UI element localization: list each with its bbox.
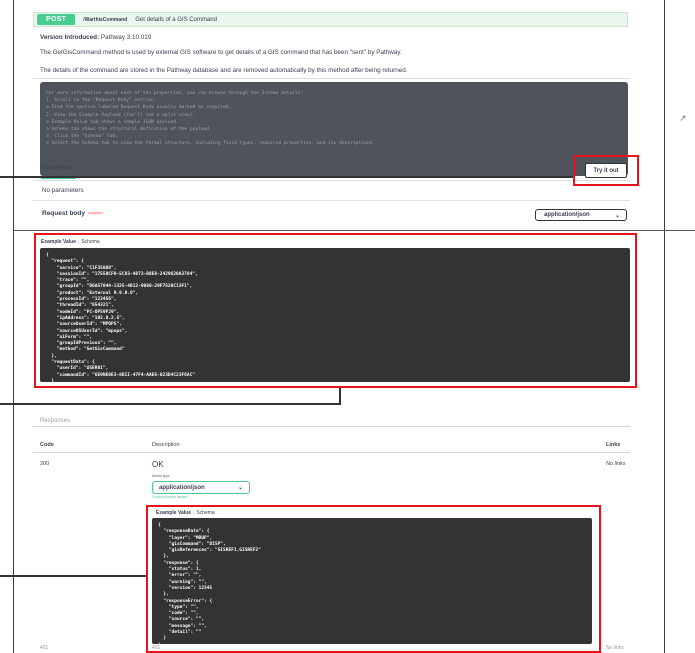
page-divider [13, 230, 695, 231]
instruction-line: a Schema tab shows the structural defini… [46, 127, 212, 133]
operation-header[interactable]: POST /WarthisCommand Get details of a GI… [33, 12, 628, 27]
schema-instructions-box: For more information about each of the p… [40, 82, 628, 176]
content-type-value: application/json [544, 212, 590, 218]
external-link-icon[interactable]: ↗ [679, 113, 687, 124]
operation-description-details: The details of the command are stored in… [40, 67, 408, 74]
instruction-line: 2. View the Example Payload (You'll see … [46, 112, 196, 118]
instruction-line: a Select the Schema tab to view the form… [46, 141, 376, 147]
instruction-line: a Example Value tab shows a sample JSON … [46, 119, 179, 125]
annotation-highlight-response-example [146, 505, 601, 653]
annotation-highlight-request-example [34, 233, 637, 388]
column-header-description: Description [152, 442, 180, 448]
column-header-links: Links [606, 442, 621, 448]
operation-summary: Get details of a GIS Command [135, 16, 217, 23]
divider [33, 180, 630, 181]
chevron-down-icon: ⌄ [614, 212, 620, 219]
version-introduced: Version Introduced: Pathway 3.10.019 [40, 34, 151, 41]
response-media-type-select[interactable]: application/json ⌄ [152, 481, 250, 494]
required-marker: required [87, 210, 103, 215]
right-rail [665, 0, 695, 653]
instruction-line: a Find the section labeled Request Body … [46, 105, 232, 111]
instruction-line: 3. Click the "Schema" tab. [46, 134, 118, 140]
divider [33, 452, 630, 453]
divider [33, 200, 630, 201]
media-type-label: Media type [152, 474, 170, 478]
column-header-code: Code [40, 442, 54, 448]
http-method-badge: POST [37, 14, 76, 25]
accept-header-hint: Controls Accept header. [152, 495, 188, 499]
instruction-line: 1. Scroll to the "Request Body" section. [46, 98, 157, 104]
operation-path: /WarthisCommand [83, 16, 128, 23]
annotation-leader-line [0, 575, 146, 577]
annotation-leader-line [0, 176, 573, 178]
request-content-type-select[interactable]: application/json ⌄ [535, 209, 627, 221]
response-description: OK [152, 460, 164, 469]
annotation-highlight-try-it-out [573, 155, 639, 186]
version-value: Pathway 3.10.019 [100, 34, 152, 41]
no-parameters-text: No parameters [42, 187, 84, 194]
version-label: Version Introduced: [40, 34, 100, 41]
annotation-leader-line [339, 388, 341, 404]
response-status-code: 401 [40, 645, 49, 651]
operation-description: The GetGisCommand method is used by exte… [40, 49, 402, 56]
tab-parameters[interactable]: Parameters [42, 165, 73, 171]
response-status-code: 200 [40, 461, 50, 467]
responses-title: Responses [40, 418, 71, 424]
instruction-line: For more information about each of the p… [46, 91, 304, 96]
annotation-leader-line [0, 403, 341, 405]
divider [33, 78, 630, 79]
media-type-value: application/json [159, 484, 205, 491]
request-body-title: Request body [42, 210, 85, 217]
response-links: No links [606, 645, 624, 651]
response-links: No links [606, 461, 626, 467]
divider [33, 426, 630, 427]
chevron-down-icon: ⌄ [237, 485, 243, 491]
request-body-label: Request body required [42, 210, 103, 217]
